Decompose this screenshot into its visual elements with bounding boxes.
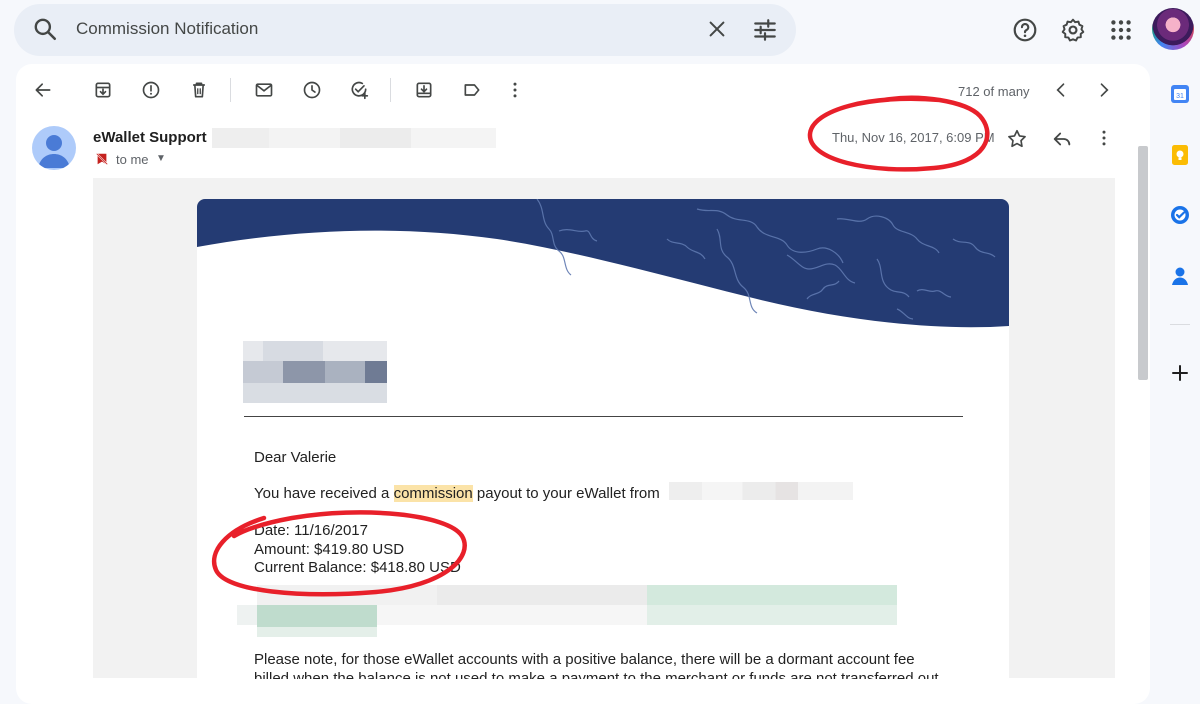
keep-icon[interactable] [1168,143,1192,167]
payout-prefix: You have received a [254,485,394,502]
contacts-icon[interactable] [1168,264,1192,288]
more-vert-icon[interactable] [505,80,525,100]
star-icon[interactable] [1006,128,1028,150]
header-banner-map [197,199,1009,328]
search-highlight: commission [393,485,473,502]
side-panel-divider [1170,324,1190,325]
apps-grid-icon[interactable] [1108,17,1134,43]
greeting: Dear Valerie [254,449,337,466]
report-spam-icon[interactable] [141,80,161,100]
sender-avatar[interactable] [32,126,76,170]
toolbar-divider [390,78,391,102]
close-icon[interactable] [706,18,728,40]
account-avatar[interactable] [1152,8,1194,50]
add-task-icon[interactable] [349,80,369,100]
scrollbar-thumb[interactable] [1138,146,1148,380]
mark-unread-icon[interactable] [254,80,274,100]
svg-text:31: 31 [1176,93,1184,100]
dormant-fee-notice: Please note, for those eWallet accounts … [254,651,915,668]
help-icon[interactable] [1012,17,1038,43]
search-icon[interactable] [32,16,58,42]
content-divider [244,416,963,417]
payout-message: You have received a commission payout to… [254,485,660,502]
search-options-icon[interactable] [752,17,778,43]
snooze-icon[interactable] [302,80,322,100]
delete-icon[interactable] [189,80,209,100]
current-balance: Current Balance: $418.80 USD [254,559,461,576]
calendar-icon[interactable]: 31 [1168,82,1192,106]
add-icon[interactable] [1168,361,1192,385]
redacted-payer [669,482,853,500]
pager-count: 712 of many [958,84,1030,99]
search-input[interactable]: Commission Notification [76,19,258,39]
archive-icon[interactable] [93,80,113,100]
tasks-icon[interactable] [1168,203,1192,227]
chevron-left-icon[interactable] [1051,80,1071,100]
reply-icon[interactable] [1051,128,1073,150]
person-icon [38,135,70,168]
gear-icon[interactable] [1060,17,1086,43]
redacted-logo [243,341,387,403]
payout-date: Date: 11/16/2017 [254,522,368,539]
label-icon[interactable] [462,80,482,100]
toolbar-divider [230,78,231,102]
email-date: Thu, Nov 16, 2017, 6:09 PM [832,130,995,145]
important-marker-icon[interactable] [95,152,109,166]
more-vert-icon[interactable] [1094,128,1114,148]
recipient-label: to me [116,152,149,167]
chevron-right-icon[interactable] [1094,80,1114,100]
payout-suffix: payout to your eWallet from [472,485,660,502]
sender-name[interactable]: eWallet Support [93,129,207,146]
payout-amount: Amount: $419.80 USD [254,541,405,558]
email-content-card: Dear Valerie You have received a commiss… [197,199,1009,679]
redacted-sender-email [212,128,496,148]
back-arrow-icon[interactable] [33,80,53,100]
move-to-icon[interactable] [414,80,434,100]
redacted-content-block [237,585,897,639]
chevron-down-icon[interactable]: ▼ [156,153,166,164]
